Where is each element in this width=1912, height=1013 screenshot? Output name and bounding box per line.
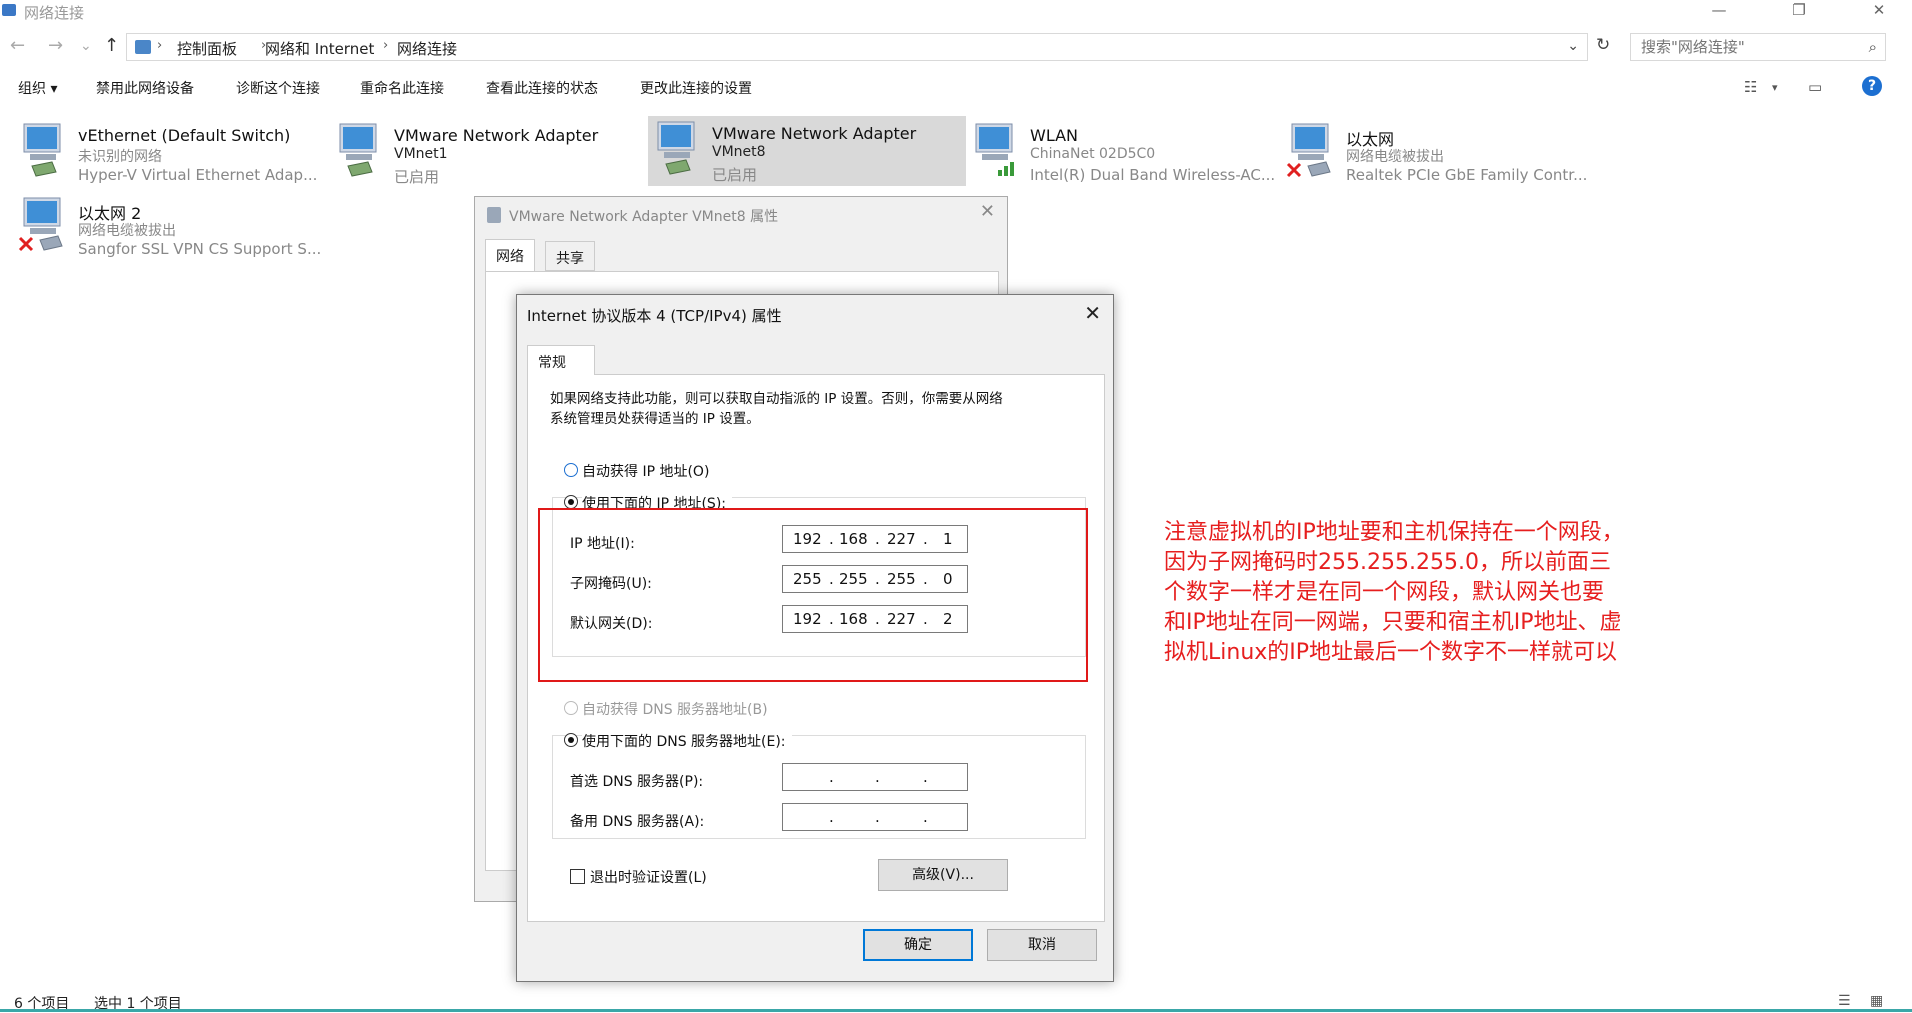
diagnose-button[interactable]: 诊断这个连接 [236,78,320,98]
dialog-title: VMware Network Adapter VMnet8 属性 [509,206,778,226]
address-bar[interactable]: › 控制面板 › 网络和 Internet › 网络连接 ⌄ [126,33,1588,61]
intro-text-line2: 系统管理员处获得适当的 IP 设置。 [550,407,760,427]
search-icon: ⌕ [1869,38,1877,56]
adapter-device: 已启用 [712,164,757,185]
window-title: 网络连接 [24,2,84,23]
chevron-down-icon[interactable]: ⌄ [1567,38,1579,54]
close-window-button[interactable]: ✕ [1850,0,1908,22]
close-icon[interactable]: ✕ [1084,301,1101,325]
network-adapter-icon [18,122,66,178]
adapter-status: VMnet1 [394,146,448,162]
organize-menu[interactable]: 组织 ▾ [18,78,57,98]
minimize-button[interactable]: — [1690,0,1748,22]
tab-general[interactable]: 常规 [527,345,595,375]
command-bar: 组织 ▾ 禁用此网络设备 诊断这个连接 重命名此连接 查看此连接的状态 更改此连… [0,74,1912,100]
title-bar: 网络连接 — ❐ ✕ [0,0,1912,22]
preferred-dns-field[interactable]: ... [782,763,968,791]
network-adapter-disconnected-icon [1286,122,1334,178]
breadcrumb-network-connections[interactable]: 网络连接 [397,38,457,59]
network-adapter-disconnected-icon [18,196,66,252]
breadcrumb-separator: › [157,38,162,53]
wifi-adapter-icon [970,122,1018,178]
search-box[interactable]: ⌕ [1630,33,1886,61]
auto-dns-label: 自动获得 DNS 服务器地址(B) [582,699,768,719]
adapter-status: ChinaNet 02D5C0 [1030,146,1155,162]
annotation-note: 注意虚拟机的IP地址要和主机保持在一个网段，因为子网掩码时255.255.255… [1164,518,1624,668]
back-button[interactable]: ← [10,35,25,56]
auto-ip-radio[interactable] [564,463,578,477]
change-settings-button[interactable]: 更改此连接的设置 [640,78,752,98]
dialog-title: Internet 协议版本 4 (TCP/IPv4) 属性 [527,305,782,326]
alternate-dns-field[interactable]: ... [782,803,968,831]
validate-checkbox[interactable] [570,869,585,884]
adapter-ethernet-2[interactable]: 以太网 2 网络电缆被拔出 Sangfor SSL VPN CS Support… [14,192,332,262]
adapter-status: 网络电缆被拔出 [1346,146,1444,166]
view-status-button[interactable]: 查看此连接的状态 [486,78,598,98]
cancel-button[interactable]: 取消 [987,929,1097,961]
help-icon[interactable]: ? [1862,76,1882,96]
up-button[interactable]: ↑ [104,35,119,56]
control-panel-icon [135,40,151,54]
highlight-box [538,508,1088,682]
network-folder-icon [2,4,16,16]
adapter-icon [487,207,501,223]
adapter-wlan[interactable]: WLAN ChinaNet 02D5C0 Intel(R) Dual Band … [966,118,1284,188]
adapter-device: Realtek PCIe GbE Family Contr... [1346,166,1587,184]
refresh-icon[interactable]: ↻ [1596,35,1610,55]
manual-dns-label: 使用下面的 DNS 服务器地址(E): [582,731,792,751]
adapter-ethernet[interactable]: 以太网 网络电缆被拔出 Realtek PCIe GbE Family Cont… [1282,118,1600,188]
adapter-vmnet8[interactable]: VMware Network Adapter VMnet8 已启用 [648,116,966,186]
chevron-down-icon[interactable]: ▾ [1772,81,1778,94]
forward-button[interactable]: → [48,35,63,56]
adapter-name: vEthernet (Default Switch) [78,126,290,145]
intro-text-line1: 如果网络支持此功能，则可以获取自动指派的 IP 设置。否则，你需要从网络 [550,387,1003,407]
tab-network[interactable]: 网络 [485,239,535,271]
large-icons-view-icon[interactable]: ▦ [1870,993,1883,1009]
adapter-name: WLAN [1030,126,1078,145]
adapter-vethernet[interactable]: vEthernet (Default Switch) 未识别的网络 Hyper-… [14,118,332,188]
recent-locations-button[interactable]: ⌄ [80,38,92,54]
auto-dns-radio[interactable] [564,701,578,715]
disable-device-button[interactable]: 禁用此网络设备 [96,78,194,98]
manual-dns-radio[interactable] [564,733,578,747]
tab-sharing[interactable]: 共享 [545,241,595,271]
adapter-name: VMware Network Adapter [712,124,916,143]
network-adapter-icon [652,120,700,176]
details-view-icon[interactable]: ☰ [1838,993,1851,1009]
adapter-status: 网络电缆被拔出 [78,220,176,240]
advanced-button[interactable]: 高级(V)... [878,859,1008,891]
adapter-device: Sangfor SSL VPN CS Support S... [78,240,321,258]
adapter-device: Intel(R) Dual Band Wireless-AC... [1030,166,1275,184]
preferred-dns-label: 首选 DNS 服务器(P): [570,771,703,791]
preview-pane-icon[interactable]: ▭ [1808,78,1822,96]
ok-button[interactable]: 确定 [863,929,973,961]
adapter-vmnet1[interactable]: VMware Network Adapter VMnet1 已启用 [330,118,648,188]
network-adapter-icon [334,122,382,178]
adapter-status: VMnet8 [712,144,766,160]
adapter-device: 已启用 [394,166,439,187]
search-input[interactable] [1631,34,1851,60]
breadcrumb-network-internet[interactable]: 网络和 Internet [265,38,374,59]
breadcrumb-control-panel[interactable]: 控制面板 [177,38,237,59]
breadcrumb-separator: › [383,38,388,53]
adapter-status: 未识别的网络 [78,146,162,166]
auto-ip-label: 自动获得 IP 地址(O) [582,461,709,481]
close-icon[interactable]: ✕ [980,201,995,222]
view-options-icon[interactable]: ☷ [1744,78,1757,96]
validate-label: 退出时验证设置(L) [590,867,707,887]
address-row: ← → ⌄ ↑ › 控制面板 › 网络和 Internet › 网络连接 ⌄ ↻… [0,30,1912,64]
rename-button[interactable]: 重命名此连接 [360,78,444,98]
restore-button[interactable]: ❐ [1770,0,1828,22]
alternate-dns-label: 备用 DNS 服务器(A): [570,811,704,831]
adapter-device: Hyper-V Virtual Ethernet Adap... [78,166,317,184]
adapter-name: VMware Network Adapter [394,126,598,145]
manual-ip-radio[interactable] [564,495,578,509]
